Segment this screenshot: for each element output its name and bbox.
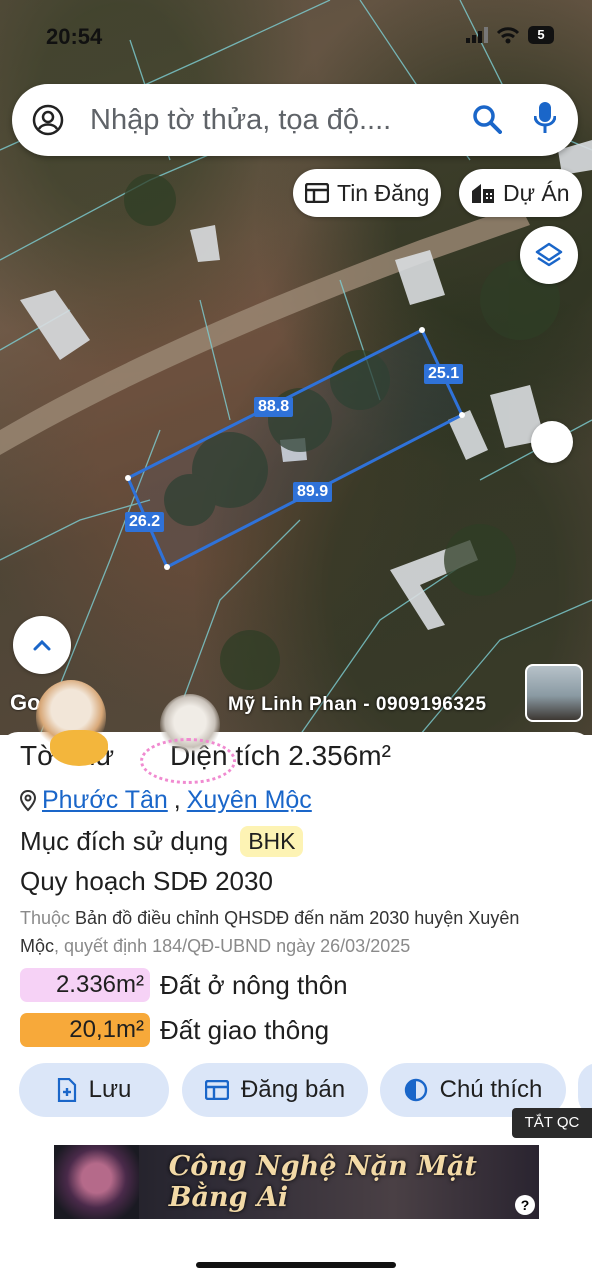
home-indicator[interactable] — [196, 1262, 396, 1268]
map-side-handle[interactable] — [531, 421, 573, 463]
pink-heart-sticker — [140, 738, 236, 784]
post-for-sale-label: Đăng bán — [240, 1076, 346, 1103]
location-pin-icon — [20, 789, 36, 811]
dimension-label-top: 88.8 — [254, 397, 294, 417]
dimension-label-right: 25.1 — [424, 364, 464, 384]
layers-icon — [535, 242, 563, 267]
ad-headline: Công Nghệ Nặn Mặt Bằng Ai — [168, 1151, 477, 1213]
commune-link[interactable]: Phước Tân — [42, 786, 168, 815]
save-button-label: Lưu — [88, 1076, 132, 1103]
signal-icon — [466, 27, 488, 43]
contrast-icon — [404, 1078, 427, 1102]
location-separator: , — [173, 786, 181, 814]
ad-face-image — [54, 1145, 139, 1219]
building-icon — [472, 184, 494, 203]
search-input[interactable] — [88, 102, 452, 138]
dimension-label-left: 26.2 — [125, 512, 165, 532]
search-bar[interactable] — [12, 84, 578, 156]
location-row: Phước Tân, Xuyên Mộc — [20, 786, 312, 815]
land-use-row: Mục đích sử dụng BHK — [20, 826, 304, 857]
status-time: 20:54 — [46, 24, 103, 49]
zone-row: 2.336m² Đất ở nông thôn — [20, 968, 348, 1002]
account-icon[interactable] — [32, 104, 64, 136]
district-link[interactable]: Xuyên Mộc — [187, 786, 312, 815]
search-icon[interactable] — [472, 104, 502, 134]
close-ad-button[interactable]: TẮT QC — [512, 1108, 592, 1138]
area-value: 2.356m² — [288, 740, 391, 771]
zone-area-value: 2.336m² — [20, 968, 150, 1002]
save-button[interactable]: Lưu — [19, 1063, 169, 1117]
ad-help-icon[interactable]: ? — [515, 1195, 535, 1215]
land-use-label: Mục đích sử dụng — [20, 826, 229, 856]
zone-label: Đất giao thông — [160, 1014, 330, 1045]
post-for-sale-button[interactable]: Đăng bán — [182, 1063, 368, 1117]
legend-button-label: Chú thích — [439, 1076, 543, 1103]
street-view-thumbnail[interactable] — [525, 664, 583, 722]
wifi-icon — [496, 27, 520, 44]
add-document-icon — [57, 1078, 76, 1102]
projects-chip-label: Dự Án — [503, 179, 570, 206]
parcel-outline — [126, 327, 464, 570]
plan-title: Quy hoạch SDĐ 2030 — [20, 866, 273, 896]
expand-sheet-button[interactable] — [13, 616, 71, 674]
source-decision: , quyết định 184/QĐ-UBND ngày 26/03/2025 — [54, 936, 411, 956]
battery-icon: 5 — [528, 26, 554, 44]
owner-contact-label: Mỹ Linh Phan - 0909196325 — [228, 694, 487, 715]
layers-button[interactable] — [520, 226, 578, 284]
listings-icon — [305, 183, 329, 203]
microphone-icon[interactable] — [534, 102, 556, 136]
listings-icon — [204, 1080, 229, 1100]
zone-row: 20,1m² Đất giao thông — [20, 1013, 329, 1047]
source-prefix: Thuộc — [20, 908, 71, 928]
plan-source: Thuộc Bản đồ điều chỉnh QHSDĐ đến năm 20… — [20, 904, 560, 960]
heart-hands-sticker — [50, 730, 108, 766]
projects-chip[interactable]: Dự Án — [459, 169, 582, 217]
zone-label: Đất ở nông thôn — [160, 969, 348, 1000]
zone-area-value: 20,1m² — [20, 1013, 150, 1047]
dimension-label-bottom: 89.9 — [293, 482, 333, 502]
land-use-code: BHK — [240, 826, 304, 857]
ad-banner[interactable]: Công Nghệ Nặn Mặt Bằng Ai ? — [54, 1145, 539, 1219]
listings-chip-label: Tin Đăng — [337, 179, 430, 206]
chevron-up-icon — [33, 639, 51, 651]
listings-chip[interactable]: Tin Đăng — [293, 169, 442, 217]
status-icons: 5 — [466, 26, 554, 44]
